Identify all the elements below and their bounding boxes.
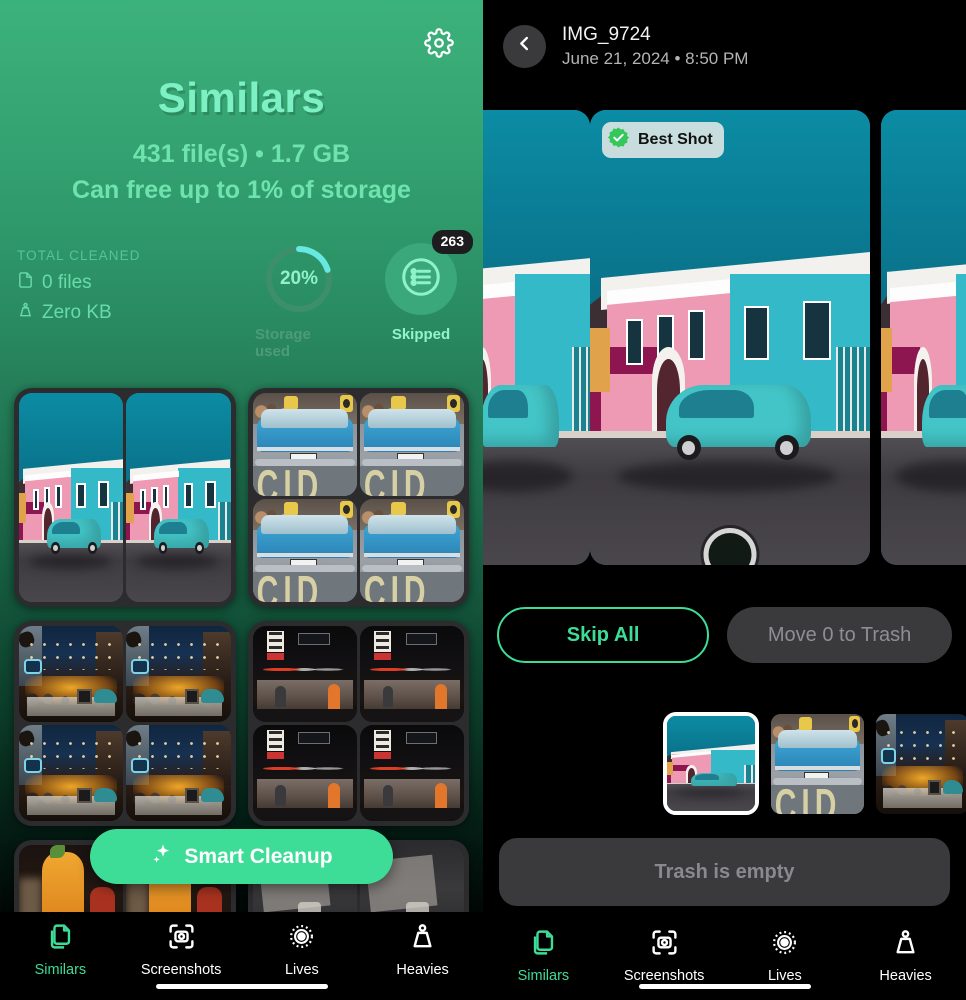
tab-similars[interactable]: Similars <box>483 918 604 1000</box>
review-actions: Skip All Move 0 to Trash <box>483 607 966 663</box>
photo-thumbnail[interactable] <box>126 393 231 602</box>
photo-carousel[interactable]: Best Shot <box>483 110 966 572</box>
photo-thumbnail[interactable]: CID <box>359 499 464 602</box>
similars-overview-screen: Similars 431 file(s) • 1.7 GB Can free u… <box>0 0 483 1000</box>
documents-copy-icon <box>46 922 75 956</box>
photo-thumbnail[interactable]: CID <box>359 393 464 496</box>
grid-row: CID CID CID CID <box>14 388 469 607</box>
sparkles-icon <box>150 842 174 872</box>
skipped-count-badge: 263 <box>431 230 473 254</box>
similar-group[interactable] <box>14 388 236 607</box>
photo-thumbnail[interactable] <box>19 393 124 602</box>
best-shot-badge: Best Shot <box>602 122 724 158</box>
thumbnail-strip[interactable]: CID <box>663 712 966 815</box>
move-to-trash-button[interactable]: Move 0 to Trash <box>727 607 952 663</box>
back-button[interactable] <box>503 24 546 68</box>
main-photo[interactable]: Best Shot <box>590 110 870 565</box>
photo-thumbnail[interactable] <box>252 626 357 722</box>
documents-copy-icon <box>529 928 558 962</box>
live-photo-icon <box>770 928 799 962</box>
skip-all-button[interactable]: Skip All <box>497 607 710 663</box>
home-indicator <box>155 984 328 989</box>
detail-header: IMG_9724 June 21, 2024 • 8:50 PM <box>503 22 748 71</box>
thumbnail-item[interactable]: CID <box>771 713 864 814</box>
stats-widgets: 20% Storage used 263 Skipped <box>255 230 473 360</box>
screenshot-frame-icon <box>650 928 679 962</box>
tab-heavies[interactable]: Heavies <box>362 912 483 1000</box>
tab-label: Heavies <box>396 962 449 978</box>
tab-similars[interactable]: Similars <box>0 912 121 1000</box>
photo-name: IMG_9724 <box>562 24 651 45</box>
skipped-caption: Skipped <box>391 326 451 343</box>
storage-savings-summary: Can free up to 1% of storage <box>72 176 411 204</box>
similar-group[interactable]: CID CID CID CID <box>247 388 469 607</box>
tab-heavies[interactable]: Heavies <box>845 918 966 1000</box>
total-cleaned-block: TOTAL CLEANED 0 files Zero KB <box>17 248 141 330</box>
screenshot-frame-icon <box>167 922 196 956</box>
photo-thumbnail[interactable] <box>19 626 124 722</box>
weight-icon <box>17 300 34 326</box>
photo-thumbnail[interactable] <box>126 725 231 821</box>
weight-icon <box>891 928 920 962</box>
total-cleaned-size-row: Zero KB <box>17 300 141 326</box>
smart-cleanup-label: Smart Cleanup <box>184 844 333 868</box>
total-cleaned-size-value: Zero KB <box>42 302 112 323</box>
home-indicator <box>638 984 811 989</box>
next-photo[interactable] <box>881 110 966 565</box>
thumbnail-item[interactable] <box>876 713 966 814</box>
best-shot-label: Best Shot <box>638 131 713 148</box>
smart-cleanup-button[interactable]: Smart Cleanup <box>90 829 393 884</box>
total-cleaned-files-value: 0 files <box>42 272 92 293</box>
bottom-tab-bar: Similars Screenshots Lives Heavies <box>483 918 966 1000</box>
tab-label: Heavies <box>879 968 932 984</box>
grid-row <box>14 621 469 826</box>
gear-icon[interactable] <box>423 27 455 59</box>
similar-group[interactable] <box>14 621 236 826</box>
live-photo-icon <box>287 922 316 956</box>
dual-screenshot-container: Similars 431 file(s) • 1.7 GB Can free u… <box>0 0 966 1000</box>
photo-thumbnail[interactable] <box>359 626 464 722</box>
file-icon <box>17 270 34 296</box>
skipped-circle[interactable]: 263 <box>385 230 473 315</box>
tab-label: Similars <box>517 968 570 984</box>
photo-thumbnail[interactable]: CID <box>252 393 357 496</box>
file-count-summary: 431 file(s) • 1.7 GB <box>132 140 351 168</box>
storage-used-stat: 20% Storage used <box>255 243 343 360</box>
similar-group[interactable] <box>247 621 469 826</box>
skipped-stat[interactable]: 263 Skipped <box>377 230 473 360</box>
storage-ring: 20% <box>263 243 335 315</box>
trash-status-bar[interactable]: Trash is empty <box>499 838 950 906</box>
tab-label: Screenshots <box>623 968 705 984</box>
header-text-block: IMG_9724 June 21, 2024 • 8:50 PM <box>562 22 748 71</box>
photo-thumbnail[interactable] <box>252 725 357 821</box>
storage-used-caption: Storage used <box>255 326 311 360</box>
previous-photo[interactable] <box>483 110 590 565</box>
bottom-tab-bar: Similars Screenshots Lives Heavies <box>0 912 483 1000</box>
weight-icon <box>408 922 437 956</box>
chevron-left-icon <box>515 34 534 58</box>
total-cleaned-files-row: 0 files <box>17 270 141 296</box>
tab-label: Lives <box>767 968 802 984</box>
photo-thumbnail[interactable]: CID <box>252 499 357 602</box>
tab-label: Lives <box>284 962 319 978</box>
photo-thumbnail[interactable] <box>359 725 464 821</box>
photo-thumbnail[interactable] <box>19 725 124 821</box>
verified-check-icon <box>607 126 630 154</box>
tab-label: Screenshots <box>140 962 222 978</box>
page-title: Similars <box>157 74 326 121</box>
thumbnail-selected[interactable] <box>663 712 759 815</box>
photo-review-screen: IMG_9724 June 21, 2024 • 8:50 PM Best Sh… <box>483 0 966 1000</box>
tab-label: Similars <box>34 962 87 978</box>
total-cleaned-label: TOTAL CLEANED <box>17 248 141 263</box>
photo-meta: June 21, 2024 • 8:50 PM <box>562 48 749 68</box>
storage-used-value: 20% <box>279 268 319 289</box>
photo-thumbnail[interactable] <box>126 626 231 722</box>
list-icon <box>398 254 444 305</box>
